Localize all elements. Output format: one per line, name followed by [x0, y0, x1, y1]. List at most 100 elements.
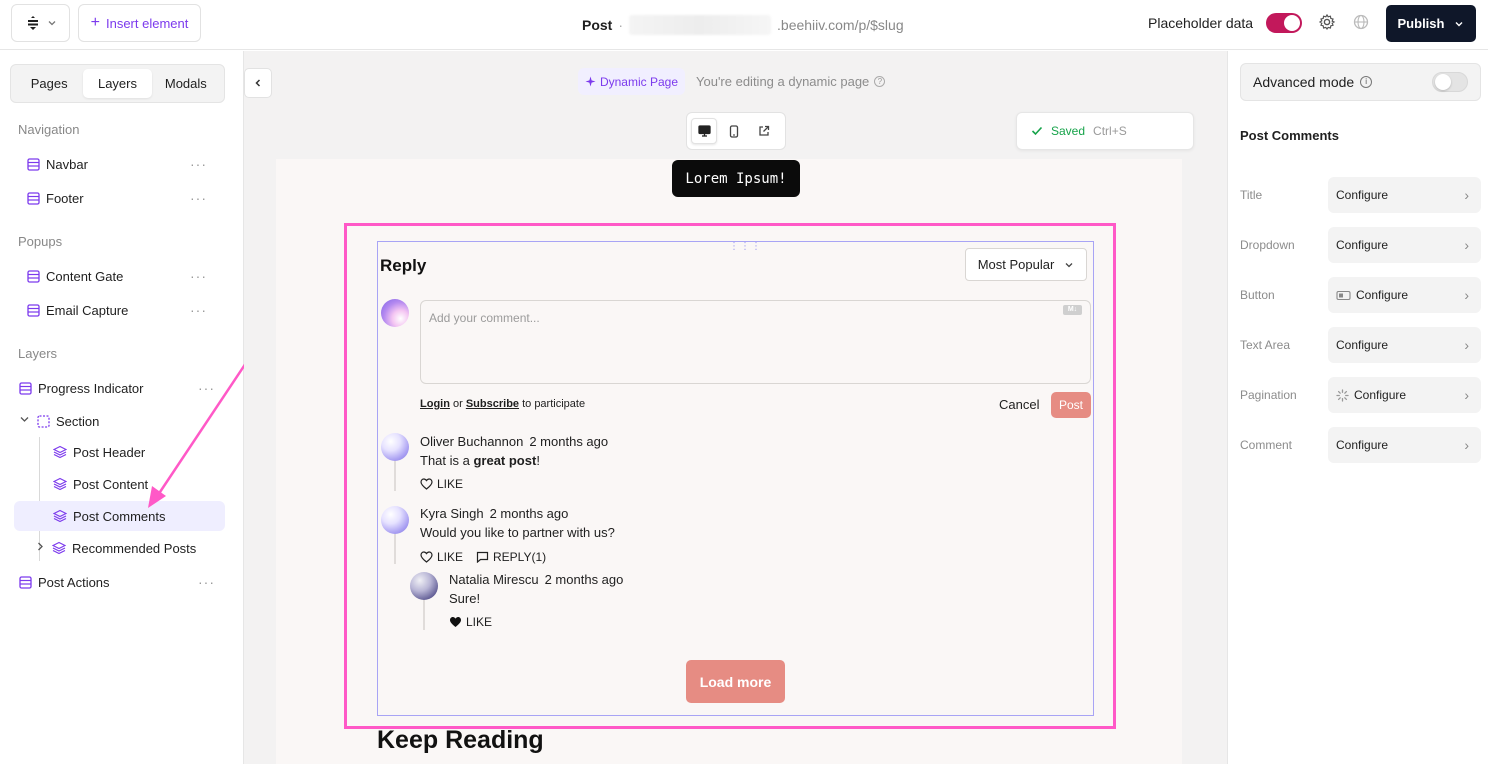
configure-dropdown-button[interactable]: Configure › [1328, 227, 1481, 263]
configure-pagination-button[interactable]: Configure › [1328, 377, 1481, 413]
config-label-comment: Comment [1240, 438, 1293, 452]
plus-icon: + [90, 14, 100, 31]
section-dashed-icon [36, 414, 50, 428]
avatar [381, 506, 409, 534]
post-comment-button[interactable]: Post [1051, 392, 1091, 418]
heart-filled-icon [450, 617, 461, 627]
configure-label: Configure [1336, 438, 1389, 452]
layer-label: Post Actions [38, 574, 110, 590]
block-icon [26, 157, 40, 171]
more-options-icon[interactable]: ··· [198, 380, 215, 396]
config-label-text-area: Text Area [1240, 338, 1291, 352]
reply-button[interactable]: REPLY(1) [476, 550, 546, 564]
layer-item-recommended-posts[interactable]: Recommended Posts [14, 533, 225, 563]
configure-title-button[interactable]: Configure › [1328, 177, 1481, 213]
layer-item-post-comments[interactable]: Post Comments [14, 501, 225, 531]
layer-label: Email Capture [46, 302, 129, 318]
placeholder-data-label: Placeholder data [1148, 15, 1254, 31]
mobile-view-button[interactable] [721, 118, 747, 144]
placeholder-data-toggle[interactable] [1266, 13, 1302, 33]
layer-item-post-actions[interactable]: Post Actions ··· [14, 567, 225, 597]
configure-label: Configure [1336, 338, 1389, 352]
configure-label: Configure [1356, 288, 1409, 302]
comment-bubble-icon [476, 551, 489, 563]
configure-comment-button[interactable]: Configure › [1328, 427, 1481, 463]
chevron-right-icon[interactable] [34, 541, 46, 555]
desktop-view-button[interactable] [691, 118, 717, 144]
like-button[interactable]: LIKE [420, 550, 463, 564]
like-label: LIKE [437, 550, 464, 564]
comment-body: Sure! [449, 591, 481, 606]
layer-item-section[interactable]: Section [14, 406, 225, 436]
layer-item-post-content[interactable]: Post Content [14, 469, 225, 499]
globe-icon[interactable] [1352, 13, 1370, 31]
chevron-down-icon [1065, 262, 1073, 267]
reply-label: REPLY(1) [493, 550, 547, 564]
beehiiv-logo-icon [27, 16, 38, 30]
desktop-icon [697, 125, 711, 137]
comment-time: 2 months ago [529, 434, 609, 449]
external-link-icon [759, 125, 770, 136]
more-options-icon[interactable]: ··· [190, 302, 207, 318]
layers-heading: Layers [18, 346, 58, 361]
comments-title[interactable]: Reply [380, 256, 426, 276]
thread-line [423, 600, 425, 630]
layer-label: Navbar [46, 156, 88, 172]
tab-layers[interactable]: Layers [83, 69, 152, 98]
more-options-icon[interactable]: ··· [190, 268, 207, 284]
subscribe-link[interactable]: Subscribe [466, 398, 519, 410]
tab-modals[interactable]: Modals [152, 69, 220, 98]
chevron-left-icon [255, 79, 261, 87]
or-text: or [449, 398, 466, 410]
layer-item-post-header[interactable]: Post Header [14, 437, 225, 467]
layer-item-content-gate[interactable]: Content Gate ··· [14, 261, 225, 291]
layer-item-navbar[interactable]: Navbar ··· [14, 149, 225, 179]
layer-label: Content Gate [46, 268, 124, 284]
configure-button-button[interactable]: Configure › [1328, 277, 1481, 313]
layer-label: Post Header [73, 444, 146, 460]
chevron-down-icon[interactable] [18, 414, 30, 428]
block-icon [26, 269, 40, 283]
app-menu-button[interactable] [11, 4, 70, 42]
chevron-right-icon: › [1464, 287, 1469, 303]
comment-input[interactable]: Add your comment... [420, 300, 1091, 384]
navigation-heading: Navigation [18, 122, 80, 137]
more-options-icon[interactable]: ··· [198, 574, 215, 590]
comment-time: 2 months ago [544, 572, 624, 587]
collapse-sidebar-button[interactable] [244, 68, 272, 98]
sort-dropdown[interactable]: Most Popular [965, 248, 1087, 281]
gear-icon[interactable] [1318, 13, 1336, 31]
cancel-button[interactable]: Cancel [999, 397, 1039, 412]
layer-label: Section [56, 413, 100, 429]
info-icon[interactable]: i [1360, 76, 1373, 88]
sparkle-icon [585, 76, 596, 87]
layer-item-email-capture[interactable]: Email Capture ··· [14, 295, 225, 325]
open-preview-button[interactable] [751, 118, 777, 144]
insert-element-button[interactable]: + Insert element [78, 4, 201, 42]
comment-body: That is a great post! [420, 453, 540, 468]
comment-bold-text: great post [473, 453, 537, 468]
like-button[interactable]: LIKE [420, 477, 463, 491]
help-icon[interactable]: ? [874, 76, 886, 87]
layer-item-footer[interactable]: Footer ··· [14, 183, 225, 213]
participate-text: to participate [519, 398, 586, 410]
publish-button[interactable]: Publish [1386, 5, 1476, 42]
blurred-subdomain [629, 15, 772, 35]
more-options-icon[interactable]: ··· [190, 190, 207, 206]
participate-line: Login or Subscribe to participate [420, 398, 585, 410]
comment-author: Kyra Singh [420, 506, 484, 521]
drag-handle-icon[interactable]: ⋮⋮⋮ [729, 242, 762, 252]
load-more-button[interactable]: Load more [686, 660, 785, 703]
more-options-icon[interactable]: ··· [190, 156, 207, 172]
heart-outline-icon [420, 551, 433, 563]
tab-pages[interactable]: Pages [15, 69, 83, 98]
publish-label: Publish [1397, 16, 1445, 31]
block-icon [26, 191, 40, 205]
advanced-mode-toggle[interactable] [1432, 72, 1468, 92]
chevron-right-icon: › [1464, 337, 1469, 353]
like-button[interactable]: LIKE [449, 615, 492, 629]
avatar [410, 572, 438, 600]
layer-item-progress-indicator[interactable]: Progress Indicator ··· [14, 373, 225, 403]
configure-text-area-button[interactable]: Configure › [1328, 327, 1481, 363]
login-link[interactable]: Login [420, 398, 450, 410]
